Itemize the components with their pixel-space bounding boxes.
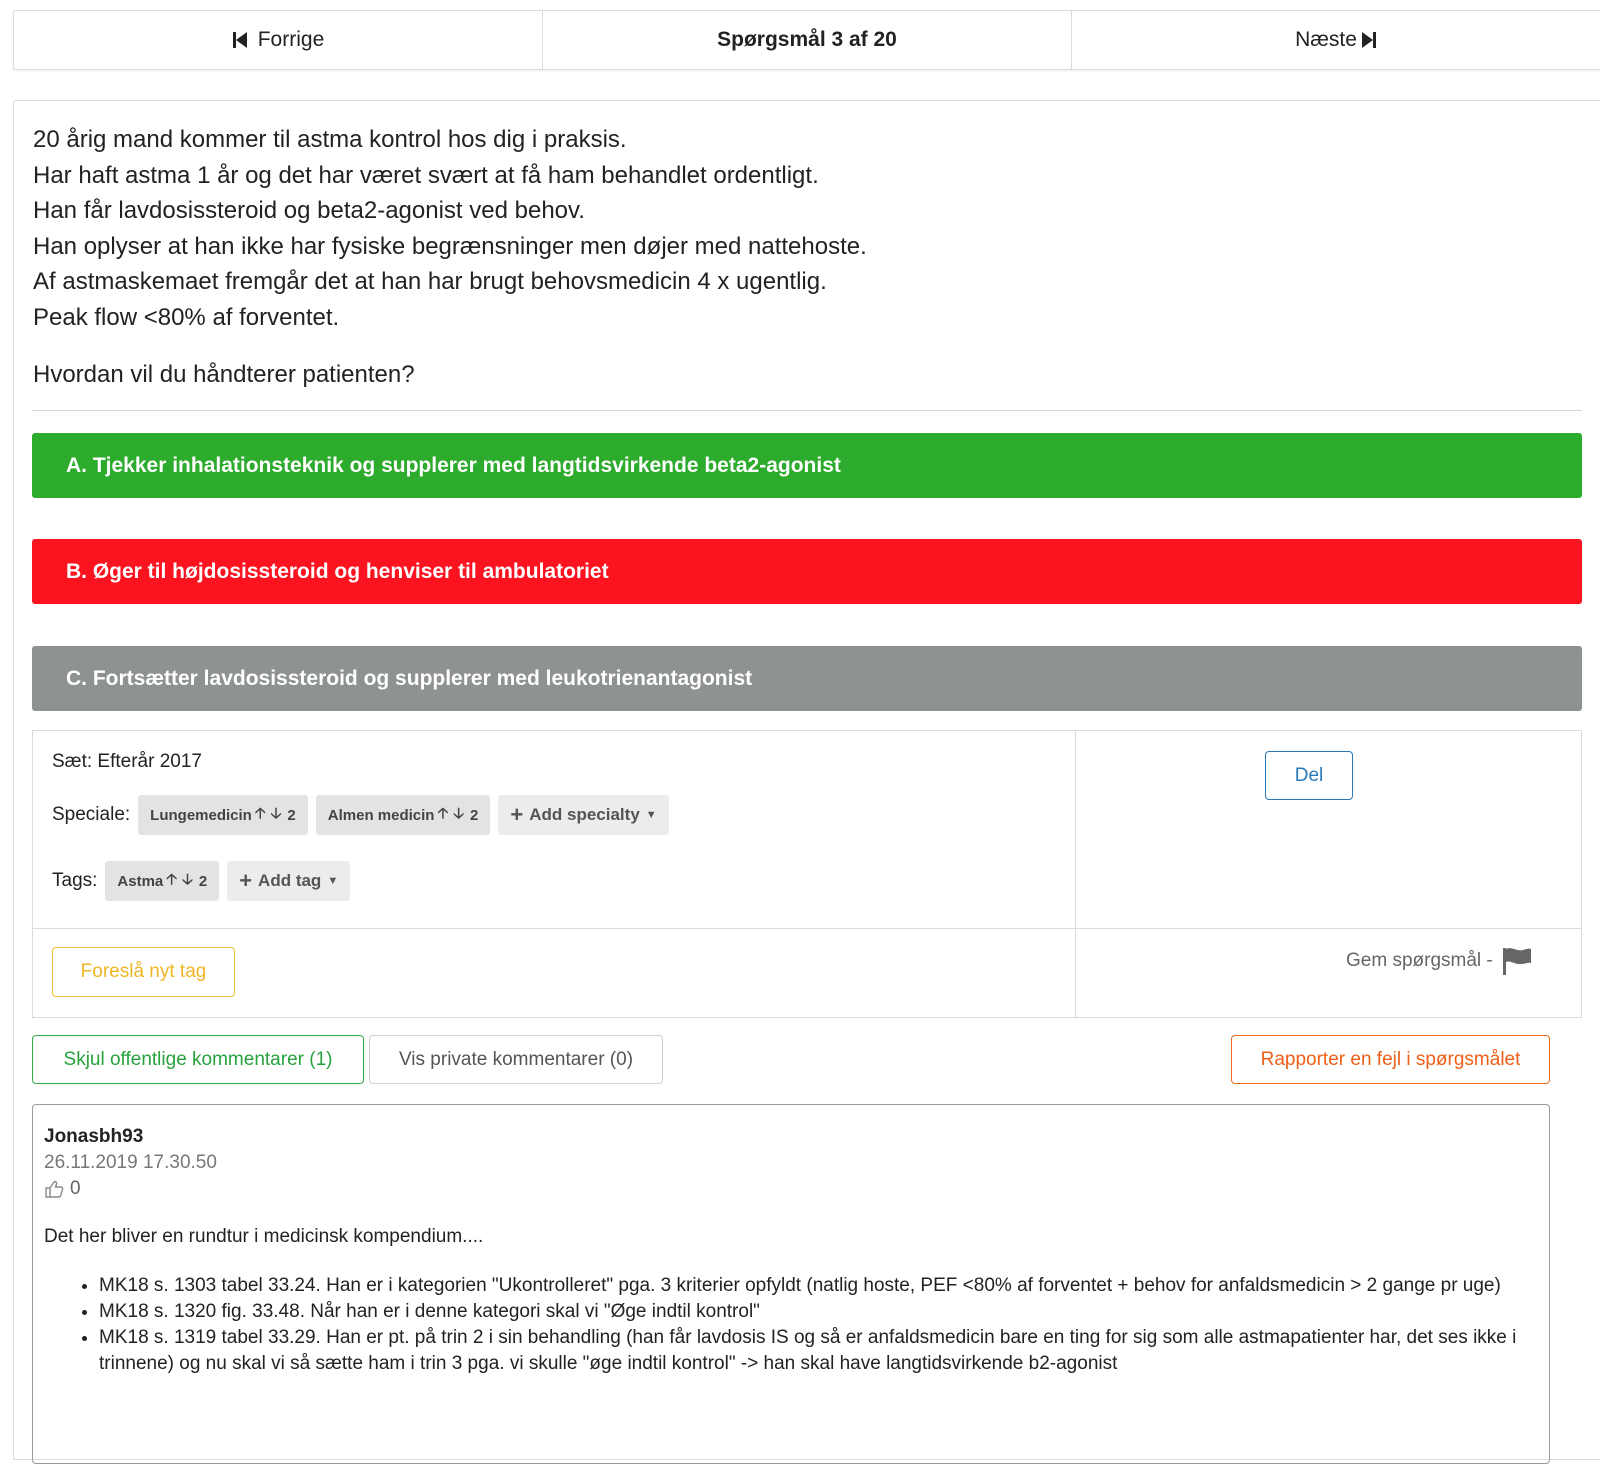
- specialty-chip[interactable]: Lungemedicin 🡡 🡣 2: [138, 795, 308, 835]
- report-error-button[interactable]: Rapporter en fejl i spørgsmålet: [1231, 1035, 1550, 1084]
- save-question-button[interactable]: Gem spørgsmål -: [1346, 946, 1533, 976]
- tag-votes: 2: [198, 872, 208, 890]
- divider: [33, 928, 1581, 929]
- specialty-votes: 2: [470, 806, 479, 824]
- question-position-label: Spørgsmål 3 af 20: [717, 28, 897, 51]
- answer-label: A. Tjekker inhalationsteknik og supplere…: [66, 453, 841, 477]
- answer-label: C. Fortsætter lavdosissteroid og suppler…: [66, 666, 753, 690]
- answer-option-b[interactable]: B. Øger til højdosissteroid og henviser …: [32, 539, 1582, 604]
- arrow-up-icon[interactable]: 🡡: [166, 869, 177, 894]
- divider: [1075, 731, 1076, 1017]
- add-specialty-button[interactable]: + Add specialty ▼: [498, 795, 669, 835]
- list-item: MK18 s. 1320 fig. 33.48. Når han er i de…: [99, 1299, 1579, 1325]
- question-text: 20 årig mand kommer til astma kontrol ho…: [33, 122, 1533, 335]
- comment-like-button[interactable]: 0: [44, 1178, 81, 1200]
- arrow-up-icon[interactable]: 🡡: [437, 803, 448, 828]
- toggle-public-comments-button[interactable]: Skjul offentlige kommentarer (1): [32, 1035, 364, 1084]
- specialty-chip[interactable]: Almen medicin 🡡 🡣 2: [315, 795, 491, 835]
- arrow-up-icon[interactable]: 🡡: [255, 803, 266, 828]
- caret-down-icon: ▼: [645, 809, 657, 821]
- question-line: Peak flow <80% af forventet.: [33, 303, 340, 331]
- specialty-name: Almen medicin: [327, 806, 435, 824]
- skip-forward-icon: [1361, 32, 1376, 48]
- thumbs-up-icon: [45, 1180, 64, 1198]
- add-specialty-label: Add specialty: [529, 805, 640, 824]
- plus-icon: +: [239, 868, 253, 893]
- suggest-tag-button[interactable]: Foreslå nyt tag: [52, 947, 235, 997]
- question-position: Spørgsmål 3 af 20: [543, 11, 1072, 69]
- answer-option-c[interactable]: C. Fortsætter lavdosissteroid og suppler…: [32, 646, 1582, 711]
- tags-label: Tags:: [52, 870, 98, 891]
- answer-label: B. Øger til højdosissteroid og henviser …: [66, 559, 609, 583]
- add-tag-label: Add tag: [258, 871, 322, 890]
- specialty-label: Speciale:: [52, 804, 131, 825]
- tag-chip[interactable]: Astma 🡡 🡣 2: [105, 861, 220, 901]
- set-label: Sæt: Efterår 2017: [52, 751, 202, 772]
- comment-author: Jonasbh93: [44, 1126, 144, 1147]
- specialty-row: Speciale: Lungemedicin 🡡 🡣 2 Almen medic…: [52, 795, 669, 835]
- comment-body: Det her bliver en rundtur i medicinsk ko…: [44, 1226, 484, 1247]
- flag-icon: [1502, 948, 1531, 975]
- question-prompt: Hvordan vil du håndterer patienten?: [33, 361, 415, 388]
- question-line: Har haft astma 1 år og det har været svæ…: [33, 161, 819, 189]
- comment-like-count: 0: [70, 1178, 81, 1199]
- question-line: 20 årig mand kommer til astma kontrol ho…: [33, 126, 627, 153]
- set-info: Sæt: Efterår 2017: [52, 751, 202, 773]
- previous-label: Forrige: [257, 28, 325, 51]
- arrow-down-icon[interactable]: 🡣: [453, 803, 464, 828]
- plus-icon: +: [510, 802, 524, 827]
- question-line: Han oplyser at han ikke har fysiske begr…: [33, 232, 867, 260]
- tags-row: Tags: Astma 🡡 🡣 2 + Add tag ▼: [52, 861, 351, 901]
- question-navigation: Forrige Spørgsmål 3 af 20 Næste: [13, 10, 1600, 70]
- question-line: Han får lavdosissteroid og beta2-agonist…: [33, 197, 585, 224]
- skip-back-icon: [232, 32, 247, 48]
- save-question-label: Gem spørgsmål -: [1346, 950, 1493, 971]
- arrow-down-icon[interactable]: 🡣: [182, 869, 193, 894]
- specialty-votes: 2: [287, 806, 296, 824]
- caret-down-icon: ▼: [327, 875, 339, 887]
- show-private-comments-button[interactable]: Vis private kommentarer (0): [369, 1035, 663, 1084]
- specialty-name: Lungemedicin: [150, 806, 252, 824]
- list-item: MK18 s. 1319 tabel 33.29. Han er pt. på …: [99, 1325, 1579, 1377]
- arrow-down-icon[interactable]: 🡣: [271, 803, 282, 828]
- share-button[interactable]: Del: [1265, 751, 1353, 800]
- previous-button[interactable]: Forrige: [14, 11, 543, 69]
- next-button[interactable]: Næste: [1072, 11, 1600, 69]
- divider: [32, 410, 1582, 411]
- list-item: MK18 s. 1303 tabel 33.24. Han er i kateg…: [99, 1273, 1579, 1299]
- question-line: Af astmaskemaet fremgår det at han har b…: [33, 268, 827, 295]
- comment-reference-list: MK18 s. 1303 tabel 33.24. Han er i kateg…: [56, 1273, 1579, 1377]
- comment-date: 26.11.2019 17.30.50: [44, 1152, 217, 1173]
- next-label: Næste: [1295, 28, 1357, 51]
- tag-name: Astma: [117, 872, 164, 890]
- add-tag-button[interactable]: + Add tag ▼: [227, 861, 351, 901]
- answer-option-a[interactable]: A. Tjekker inhalationsteknik og supplere…: [32, 433, 1582, 498]
